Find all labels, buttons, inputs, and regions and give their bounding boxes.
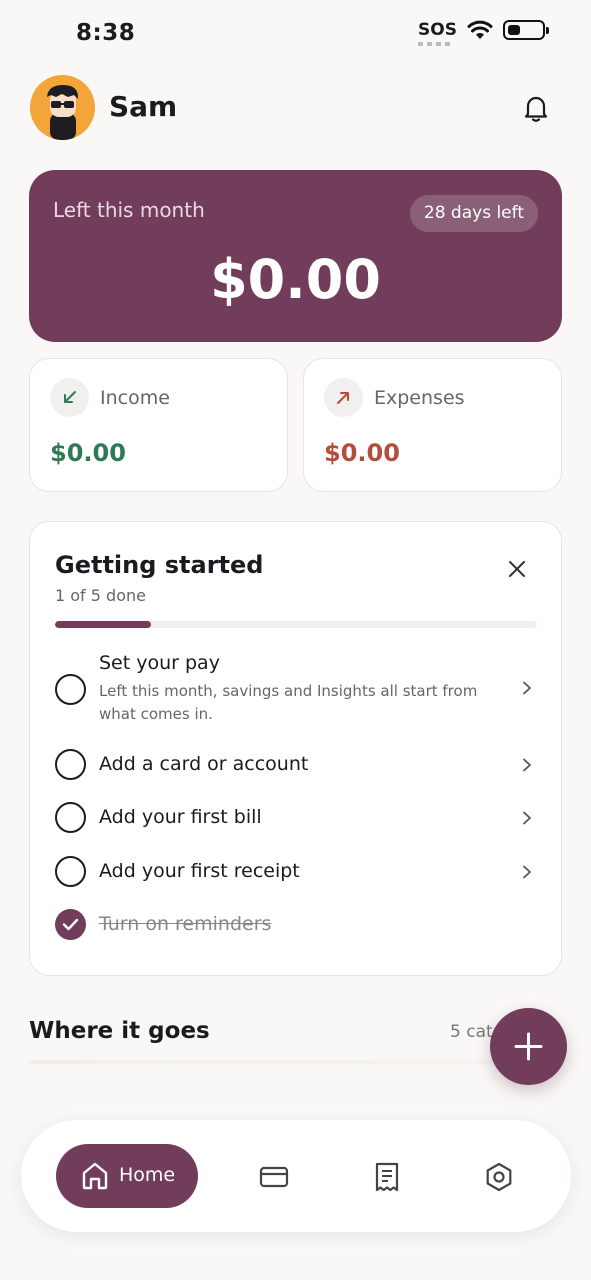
task-checkbox[interactable] [55,802,86,833]
expenses-card[interactable]: Expenses $0.00 [303,358,562,492]
expenses-value: $0.00 [324,439,400,467]
task-title: Set your pay [99,652,220,674]
user-name: Sam [109,90,178,123]
home-screen: 8:38 SOS Sam Left this month 28 days lef [0,0,591,1280]
nav-home-label: Home [119,1164,176,1186]
avatar[interactable] [30,75,95,140]
income-value: $0.00 [50,439,126,467]
task-set-your-pay[interactable]: Set your pay Left this month, savings an… [55,652,537,728]
chevron-right-icon [523,681,531,695]
getting-started-progress-bar [55,621,537,628]
days-left-badge: 28 days left [409,195,538,232]
where-it-goes-title: Where it goes [29,1018,210,1044]
getting-started-progress-text: 1 of 5 done [55,586,146,605]
arrow-down-left-icon [50,378,89,417]
getting-started-title: Getting started [55,551,264,579]
settings-icon[interactable] [483,1161,515,1193]
task-add-card-or-account[interactable]: Add a card or account [55,749,537,781]
battery-icon [503,20,549,40]
income-card[interactable]: Income $0.00 [29,358,288,492]
expenses-label: Expenses [374,387,465,409]
bottom-nav: Home [21,1120,571,1232]
status-time: 8:38 [76,20,136,46]
home-icon [82,1162,108,1190]
task-checkbox[interactable] [55,749,86,780]
task-title: Add your first bill [99,806,262,828]
receipt-icon[interactable] [371,1161,403,1193]
status-icons: SOS [418,20,549,46]
sos-indicator: SOS [418,20,457,46]
check-icon [62,918,79,931]
task-checkbox[interactable] [55,674,86,705]
chevron-right-icon [523,758,531,772]
income-label: Income [100,387,170,409]
task-add-first-receipt[interactable]: Add your first receipt [55,856,537,888]
close-icon[interactable] [507,559,527,579]
plus-icon [514,1032,543,1061]
categories-count[interactable]: 5 cat [450,1022,493,1042]
left-this-month-card[interactable]: Left this month 28 days left $0.00 [29,170,562,342]
add-button[interactable] [490,1008,567,1085]
progress-fill [55,621,152,628]
getting-started-card: Getting started 1 of 5 done Set your pay… [29,521,562,976]
nav-home[interactable]: Home [56,1144,198,1208]
chevron-right-icon [523,865,531,879]
divider [29,1060,509,1064]
task-description: Left this month, savings and Insights al… [99,682,478,723]
chevron-right-icon [523,811,531,825]
left-this-month-amount: $0.00 [210,248,381,311]
task-title: Add your first receipt [99,860,300,882]
task-title: Turn on reminders [99,913,272,935]
hero-label: Left this month [53,198,205,222]
arrow-up-right-icon [324,378,363,417]
task-add-first-bill[interactable]: Add your first bill [55,802,537,834]
bell-icon[interactable] [520,92,552,124]
task-turn-on-reminders[interactable]: Turn on reminders [55,909,537,941]
task-title: Add a card or account [99,753,309,775]
card-icon[interactable] [258,1161,290,1193]
wifi-icon [467,20,493,39]
task-checkbox-checked[interactable] [55,909,86,940]
task-checkbox[interactable] [55,856,86,887]
